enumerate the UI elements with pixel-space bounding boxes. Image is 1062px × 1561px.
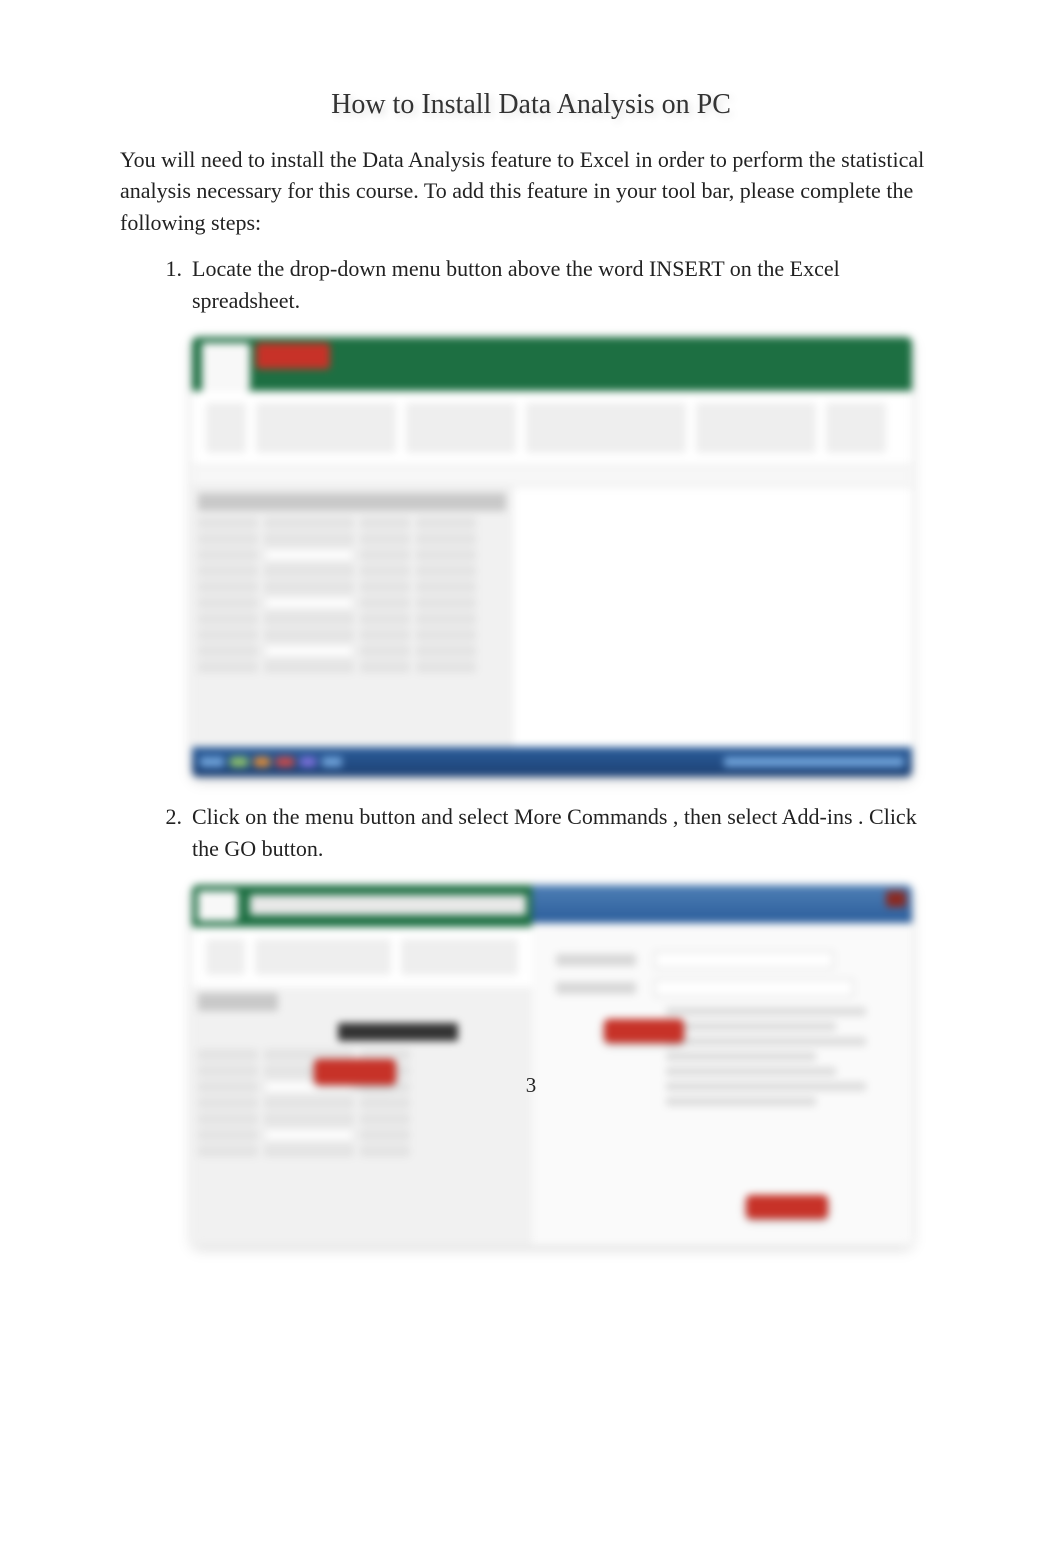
screenshot-2 — [192, 885, 912, 1245]
menu-add-ins: Add-ins — [782, 804, 853, 829]
dialog-titlebar — [532, 885, 912, 923]
insert-tab-highlight — [256, 343, 330, 369]
page-title: How to Install Data Analysis on PC — [120, 85, 942, 126]
intro-paragraph: You will need to install the Data Analys… — [120, 144, 942, 240]
step-1: 1. Locate the drop-down menu button abov… — [150, 253, 942, 777]
worksheet-area — [192, 487, 912, 747]
options-dialog — [532, 885, 912, 1245]
callout-go-button — [746, 1195, 828, 1219]
formula-bar — [192, 465, 912, 487]
step-text: Locate the drop-down menu button above t… — [192, 256, 840, 313]
menu-more-commands: More Commands — [514, 804, 667, 829]
close-icon — [886, 891, 906, 907]
file-tab-icon — [202, 343, 250, 391]
page-number: 3 — [0, 1070, 1062, 1100]
step-text: Click on the menu button and select More… — [192, 804, 917, 861]
status-bar — [192, 747, 912, 777]
callout-add-ins — [604, 1019, 684, 1043]
go-button-label: GO — [224, 836, 256, 861]
step-marker: 1. — [150, 253, 182, 285]
excel-ribbon — [192, 337, 912, 391]
excel-toolbar — [192, 391, 912, 465]
file-tab-icon — [198, 891, 238, 921]
excel-window — [192, 885, 532, 1245]
screenshot-1 — [192, 337, 912, 777]
document-page: How to Install Data Analysis on PC You w… — [0, 0, 1062, 1245]
step-2: 2. Click on the menu button and select M… — [150, 801, 942, 1245]
step-marker: 2. — [150, 801, 182, 833]
